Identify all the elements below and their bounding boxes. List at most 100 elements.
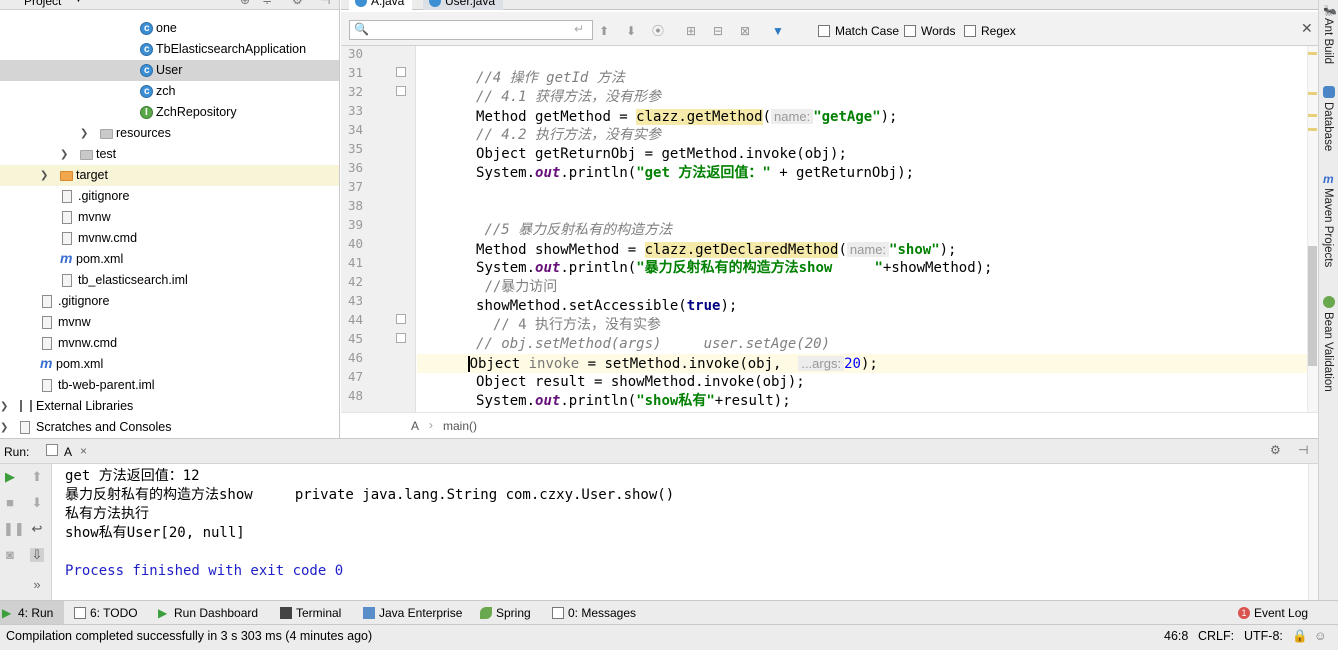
tree-item[interactable]: mvnw: [0, 312, 339, 333]
lock-icon[interactable]: 🔒: [1292, 629, 1308, 644]
checkbox-box[interactable]: [904, 25, 916, 37]
tab-user-java[interactable]: User.java: [423, 0, 504, 10]
tree-item[interactable]: User: [0, 60, 339, 81]
chevron-right-icon[interactable]: ❯: [0, 417, 8, 438]
tab-spring[interactable]: Spring: [478, 601, 531, 625]
line-number: 35: [347, 141, 363, 156]
tree-item[interactable]: .gitignore: [0, 291, 339, 312]
run-icon[interactable]: ▶: [3, 470, 17, 484]
tree-item[interactable]: tb-web-parent.iml: [0, 375, 339, 396]
tree-item[interactable]: ❯ resources: [0, 123, 339, 144]
warning-marker[interactable]: [1308, 128, 1317, 131]
hide-icon[interactable]: ⊣: [1298, 443, 1308, 457]
event-log-button[interactable]: 1 Event Log: [1236, 601, 1308, 625]
chevron-right-icon[interactable]: ❯: [80, 123, 88, 144]
tool-database[interactable]: Database: [1322, 102, 1334, 151]
console-output[interactable]: get 方法返回值：12 暴力反射私有的构造方法show private jav…: [53, 464, 1308, 600]
tree-item[interactable]: TbElasticsearchApplication: [0, 39, 339, 60]
tab-run-dashboard[interactable]: ▶ Run Dashboard: [156, 601, 258, 625]
fold-marker[interactable]: [396, 314, 406, 324]
collapse-icon[interactable]: ≑: [262, 0, 272, 7]
tab-run[interactable]: ▶ 4: Run: [0, 601, 64, 625]
breadcrumb-method[interactable]: main(): [443, 419, 477, 433]
target-icon[interactable]: ⊕: [240, 0, 250, 7]
stop-icon[interactable]: ■: [3, 496, 17, 510]
fold-marker[interactable]: [396, 67, 406, 77]
gear-icon[interactable]: ⚙: [292, 0, 303, 7]
tree-item[interactable]: zch: [0, 81, 339, 102]
chevron-down-icon[interactable]: ▼: [74, 0, 83, 4]
tree-item[interactable]: one: [0, 18, 339, 39]
wrap-icon[interactable]: ↩: [30, 522, 44, 536]
code-text: System.: [476, 165, 536, 181]
run-tab[interactable]: A: [64, 445, 72, 459]
terminal-icon: [280, 607, 292, 619]
checkbox-box[interactable]: [818, 25, 830, 37]
tree-item[interactable]: mvnw.cmd: [0, 333, 339, 354]
close-icon[interactable]: ×: [80, 444, 87, 458]
tree-item[interactable]: ❯ test: [0, 144, 339, 165]
remove-selection-icon[interactable]: ⊟: [711, 24, 725, 38]
chevron-right-icon[interactable]: ❯: [40, 165, 48, 186]
arrow-up-icon[interactable]: ⬆: [597, 24, 611, 38]
code-editor[interactable]: //4 操作 getId 方法 // 4.1 获得方法，没有形参 Method …: [417, 46, 1307, 412]
tool-maven-projects[interactable]: Maven Projects: [1322, 188, 1334, 267]
file-encoding[interactable]: UTF-8:: [1244, 629, 1283, 643]
line-separator[interactable]: CRLF:: [1198, 629, 1234, 643]
breadcrumb-class[interactable]: A: [411, 419, 419, 433]
project-panel-title[interactable]: Project: [24, 0, 61, 8]
checkbox-box[interactable]: [964, 25, 976, 37]
tab-java-enterprise[interactable]: Java Enterprise: [361, 601, 462, 625]
tab-terminal[interactable]: Terminal: [278, 601, 341, 625]
tree-item[interactable]: mvnw: [0, 207, 339, 228]
arrow-up-icon[interactable]: ⬆: [30, 470, 44, 484]
camera-icon[interactable]: ◙: [3, 548, 17, 562]
tree-item[interactable]: ZchRepository: [0, 102, 339, 123]
warning-marker[interactable]: [1308, 114, 1317, 117]
pause-icon[interactable]: ❚❚: [3, 522, 25, 536]
chevron-right-icon[interactable]: ❯: [60, 144, 68, 165]
add-selection-icon[interactable]: ⊞: [684, 24, 698, 38]
tab-todo[interactable]: 6: TODO: [72, 601, 138, 625]
caret-position[interactable]: 46:8: [1164, 629, 1188, 643]
gear-icon[interactable]: ⚙: [1270, 443, 1281, 457]
hide-icon[interactable]: ⊣: [320, 0, 330, 7]
scroll-end-icon[interactable]: ⇩: [30, 548, 44, 562]
find-all-icon[interactable]: ⦿: [651, 24, 665, 38]
tree-item[interactable]: ❯ External Libraries: [0, 396, 339, 417]
tree-item[interactable]: tb_elasticsearch.iml: [0, 270, 339, 291]
tree-item[interactable]: m pom.xml: [0, 354, 339, 375]
fold-marker[interactable]: [396, 86, 406, 96]
tool-bean-validation[interactable]: Bean Validation: [1322, 312, 1334, 392]
tree-item[interactable]: .gitignore: [0, 186, 339, 207]
editor-scroll-thumb[interactable]: [1308, 246, 1317, 366]
tree-item[interactable]: ❯ Scratches and Consoles: [0, 417, 339, 438]
warning-marker[interactable]: [1308, 52, 1317, 55]
select-all-icon[interactable]: ⊠: [738, 24, 752, 38]
filter-icon[interactable]: ▼: [771, 24, 785, 38]
string-literal: "getAge": [813, 109, 881, 125]
fold-marker[interactable]: [396, 333, 406, 343]
tab-a-java[interactable]: A.java: [349, 0, 413, 10]
search-icon[interactable]: 🔍: [354, 22, 369, 36]
tool-ant-build[interactable]: Ant Build: [1322, 18, 1334, 64]
tree-item[interactable]: ❯ target: [0, 165, 339, 186]
tree-item-label: pom.xml: [56, 357, 104, 371]
inspector-icon[interactable]: ☺: [1314, 629, 1327, 643]
checkbox-label: Match Case: [835, 24, 900, 38]
close-icon[interactable]: ✕: [1301, 20, 1313, 37]
tab-messages[interactable]: 0: Messages: [550, 601, 636, 625]
arrow-down-icon[interactable]: ⬇: [30, 496, 44, 510]
class-icon: [429, 0, 441, 7]
tab-label: Spring: [496, 606, 531, 620]
chevron-right-icon[interactable]: ❯: [0, 396, 8, 417]
tree-item[interactable]: mvnw.cmd: [0, 228, 339, 249]
search-input[interactable]: 🔍 ↵: [349, 20, 593, 40]
more-icon[interactable]: »: [30, 578, 44, 592]
tree-item[interactable]: m pom.xml: [0, 249, 339, 270]
code-text: +showMethod);: [882, 260, 993, 276]
line-number: 40: [347, 236, 363, 251]
arrow-down-icon[interactable]: ⬇: [624, 24, 638, 38]
warning-marker[interactable]: [1308, 92, 1317, 95]
console-scrollbar[interactable]: [1308, 464, 1318, 600]
